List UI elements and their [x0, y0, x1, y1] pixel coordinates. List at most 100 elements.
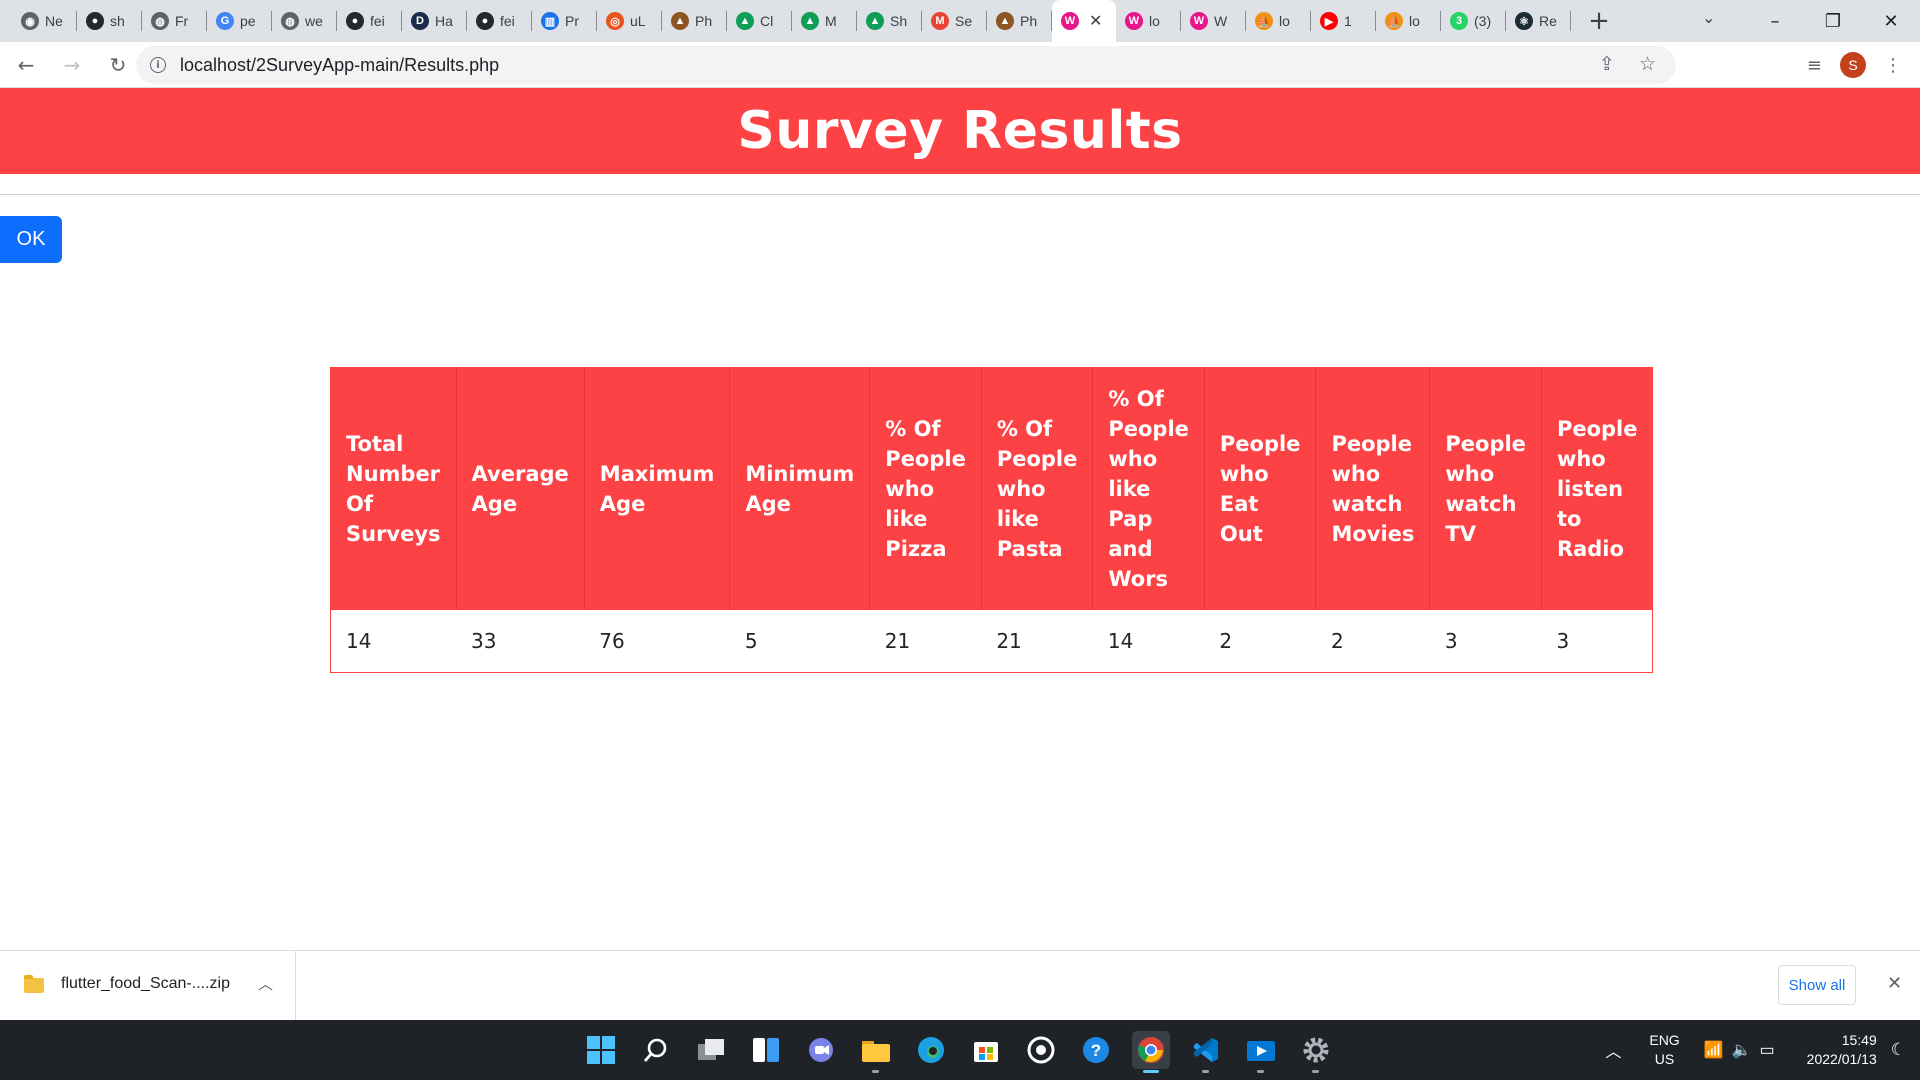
- browser-tab[interactable]: ● fei: [467, 0, 532, 42]
- table-cell: 14: [346, 628, 372, 653]
- tab-title: Ne: [45, 13, 63, 29]
- header-banner: Survey Results: [0, 88, 1920, 174]
- hidden-icons-chevron-icon[interactable]: ︿: [1605, 1038, 1621, 1062]
- tab-title: Se: [955, 13, 973, 29]
- new-tab-button[interactable]: +: [1579, 0, 1619, 42]
- tab-title: uL: [630, 13, 646, 29]
- browser-tab[interactable]: ⛵ lo: [1376, 0, 1441, 42]
- chrome-taskbar-icon[interactable]: [1132, 1031, 1170, 1073]
- back-icon[interactable]: ←: [6, 45, 46, 85]
- browser-tab[interactable]: ◎ uL: [597, 0, 662, 42]
- download-shelf: flutter_food_Scan-....zip ︿ Show all ✕: [0, 950, 1920, 1021]
- column-header: Minimum Age: [729, 367, 870, 610]
- drive-icon: ▲: [736, 12, 754, 30]
- table-cell: 21: [996, 628, 1022, 653]
- browser-tab[interactable]: ▲ Sh: [857, 0, 922, 42]
- google-icon: G: [216, 12, 234, 30]
- table-cell: 2: [1219, 628, 1233, 653]
- browser-tab[interactable]: ⛵ lo: [1246, 0, 1311, 42]
- teams-chat-icon[interactable]: [802, 1031, 840, 1069]
- photo-icon: ▲: [996, 12, 1014, 30]
- settings-gear-icon[interactable]: [1297, 1031, 1335, 1073]
- browser-tab[interactable]: M Se: [922, 0, 987, 42]
- menu-kebab-icon[interactable]: ⋮: [1884, 55, 1902, 76]
- media-player-icon[interactable]: [1242, 1031, 1280, 1073]
- browser-tab[interactable]: ● fei: [337, 0, 402, 42]
- minimize-icon[interactable]: –: [1746, 11, 1804, 32]
- column-header: People who watch TV: [1429, 367, 1542, 610]
- browser-tab[interactable]: ▲ Cl: [727, 0, 792, 42]
- show-all-button[interactable]: Show all: [1778, 965, 1856, 1005]
- reload-icon[interactable]: ↻: [98, 45, 138, 85]
- close-shelf-icon[interactable]: ✕: [1887, 973, 1902, 994]
- column-header: People who Eat Out: [1203, 367, 1316, 610]
- tab-title: sh: [110, 13, 125, 29]
- tab-title: Sh: [890, 13, 908, 29]
- help-icon[interactable]: ?: [1077, 1031, 1115, 1069]
- browser-tab[interactable]: ▥ Pr: [532, 0, 597, 42]
- edge-browser-icon[interactable]: [912, 1031, 950, 1069]
- whatsapp-icon: 3: [1450, 12, 1468, 30]
- github-icon: ●: [86, 12, 104, 30]
- browser-tab[interactable]: ▶ 1: [1311, 0, 1376, 42]
- divider: [0, 194, 1920, 195]
- microsoft-store-icon[interactable]: [967, 1031, 1005, 1069]
- browser-tab[interactable]: ▲ M: [792, 0, 857, 42]
- tab-title: Re: [1539, 13, 1557, 29]
- task-view-icon[interactable]: [692, 1031, 730, 1069]
- forward-icon[interactable]: →: [52, 45, 92, 85]
- app-circle-icon[interactable]: [1022, 1031, 1060, 1069]
- browser-tab[interactable]: Gpe: [207, 0, 272, 42]
- browser-tab[interactable]: ▲ Ph: [662, 0, 727, 42]
- share-icon[interactable]: ⇪: [1599, 53, 1615, 75]
- reading-list-icon[interactable]: ≡: [1807, 55, 1822, 76]
- ok-button[interactable]: OK: [0, 216, 62, 263]
- browser-toolbar: ← → ↻ i localhost/2SurveyApp-main/Result…: [0, 42, 1920, 88]
- system-tray: ︿ ENG US 📶🔈▭ 15:49 2022/01/13 ☾: [1605, 1020, 1920, 1080]
- table-cell: 3: [1556, 628, 1570, 653]
- chevron-up-icon[interactable]: ︿: [258, 973, 273, 994]
- browser-tab[interactable]: ▲ Ph: [987, 0, 1052, 42]
- tab-title: Ph: [695, 13, 713, 29]
- youtube-icon: ▶: [1320, 12, 1338, 30]
- browser-tab[interactable]: ◉ Ne: [12, 0, 77, 42]
- board-icon: ▥: [541, 12, 559, 30]
- browser-tab[interactable]: ◍ we: [272, 0, 337, 42]
- browser-tab[interactable]: W ✕: [1052, 0, 1116, 42]
- download-item[interactable]: flutter_food_Scan-....zip ︿: [0, 951, 296, 1021]
- drive-icon: ▲: [801, 12, 819, 30]
- profile-avatar[interactable]: S: [1840, 52, 1866, 78]
- browser-tab[interactable]: D Ha: [402, 0, 467, 42]
- site-info-icon[interactable]: i: [150, 57, 166, 73]
- dev-icon: D: [411, 12, 429, 30]
- download-file-name[interactable]: flutter_food_Scan-....zip: [61, 975, 230, 993]
- close-tab-icon[interactable]: ✕: [1089, 11, 1102, 31]
- widgets-icon[interactable]: [747, 1031, 785, 1069]
- address-bar[interactable]: i localhost/2SurveyApp-main/Results.php …: [136, 46, 1676, 84]
- tab-title: Ph: [1020, 13, 1038, 29]
- network-volume-battery-icons[interactable]: 📶🔈▭: [1704, 1040, 1783, 1060]
- browser-tab[interactable]: ● sh: [77, 0, 142, 42]
- start-windows-icon[interactable]: [582, 1031, 620, 1069]
- url-text[interactable]: localhost/2SurveyApp-main/Results.php: [180, 55, 499, 76]
- tab-search-chevron-icon[interactable]: ⌄: [1702, 8, 1715, 27]
- language-indicator[interactable]: ENG US: [1649, 1031, 1679, 1069]
- file-explorer-icon[interactable]: [857, 1031, 895, 1073]
- table-cell: 76: [599, 628, 625, 653]
- bookmark-star-icon[interactable]: ☆: [1639, 53, 1656, 75]
- vscode-icon[interactable]: [1187, 1031, 1225, 1073]
- browser-tab[interactable]: 3 (3): [1441, 0, 1506, 42]
- browser-tab[interactable]: ◍ Fr: [142, 0, 207, 42]
- column-header: % Of People who like Pasta: [980, 367, 1093, 610]
- browser-tab[interactable]: Wlo: [1116, 0, 1181, 42]
- search-icon[interactable]: [637, 1031, 675, 1069]
- close-window-icon[interactable]: ✕: [1862, 11, 1920, 32]
- focus-assist-moon-icon[interactable]: ☾: [1891, 1040, 1906, 1060]
- restore-icon[interactable]: ❐: [1804, 11, 1862, 32]
- browser-tab[interactable]: WW: [1181, 0, 1246, 42]
- github-icon: ●: [346, 12, 364, 30]
- clock[interactable]: 15:49 2022/01/13: [1807, 1031, 1877, 1069]
- page-title: Survey Results: [737, 101, 1183, 161]
- table-cell: 2: [1330, 628, 1344, 653]
- browser-tab[interactable]: ⚛ Re: [1506, 0, 1571, 42]
